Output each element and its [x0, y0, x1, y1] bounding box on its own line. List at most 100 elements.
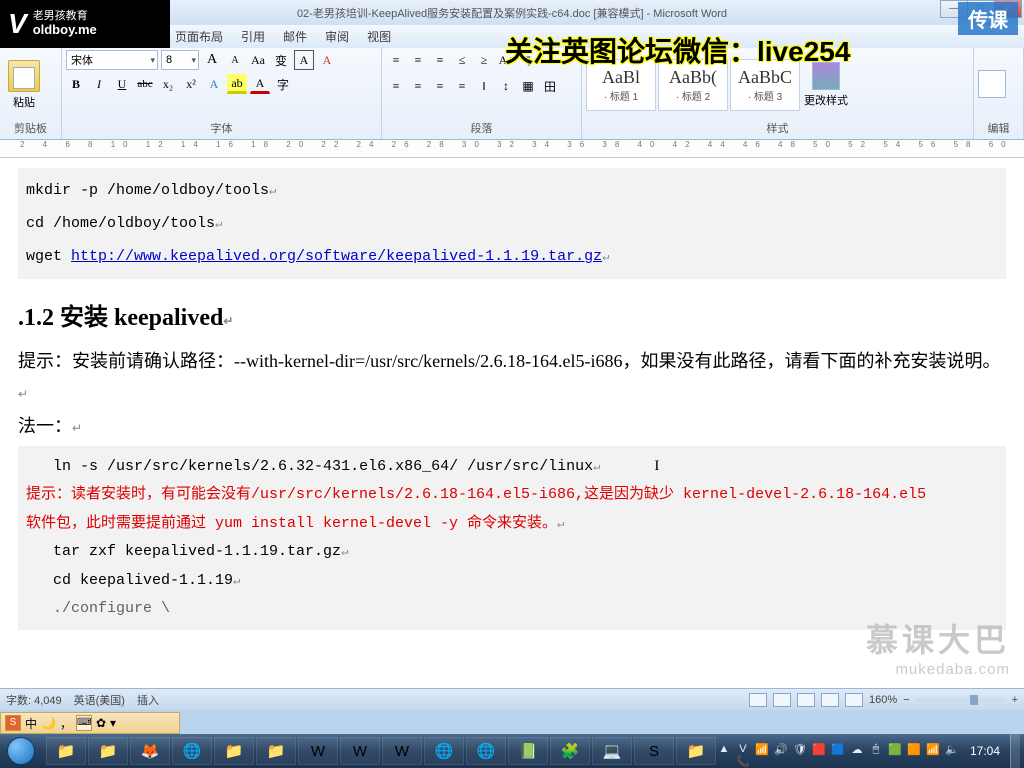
multilevel-button[interactable]: ≡ — [430, 50, 450, 70]
taskbar-app-2[interactable]: 🦊 — [130, 737, 170, 765]
align-left-button[interactable]: ≡ — [386, 76, 406, 96]
ime-punct-button[interactable]: ， — [60, 715, 72, 732]
taskbar-app-11[interactable]: 📗 — [508, 737, 548, 765]
char-border-button[interactable]: A — [294, 50, 314, 70]
view-draft-button[interactable] — [845, 693, 863, 707]
taskbar-app-14[interactable]: S — [634, 737, 674, 765]
taskbar-app-3[interactable]: 🌐 — [172, 737, 212, 765]
sort-button[interactable]: A↓ — [496, 50, 516, 70]
zoom-slider[interactable] — [916, 698, 1006, 702]
horizontal-ruler[interactable]: 2 4 6 8 10 12 14 16 18 20 22 24 26 28 30… — [0, 140, 1024, 158]
logo-v-icon: V — [8, 8, 27, 40]
phonetic-guide-button[interactable]: 变 — [271, 50, 291, 70]
decrease-indent-button[interactable]: ≤ — [452, 50, 472, 70]
tray-icon-1[interactable]: V📞 — [735, 743, 751, 759]
tray-icon-0[interactable]: ▲ — [716, 743, 732, 759]
tray-icon-3[interactable]: 🔊 — [773, 743, 789, 759]
change-case-button[interactable]: Aa — [248, 50, 268, 70]
zoom-level[interactable]: 160% — [869, 694, 897, 706]
taskbar-app-6[interactable]: W — [298, 737, 338, 765]
start-button[interactable] — [0, 734, 42, 768]
text-effect-button[interactable]: A — [204, 74, 224, 94]
change-styles-button[interactable]: 更改样式 — [804, 62, 848, 108]
status-language[interactable]: 英语(美国) — [74, 692, 125, 708]
view-fullscreen-button[interactable] — [773, 693, 791, 707]
tray-icon-2[interactable]: 📶 — [754, 743, 770, 759]
ime-menu-button[interactable]: ▾ — [110, 716, 116, 730]
tray-icon-4[interactable]: 🛡 — [792, 743, 808, 759]
paste-button[interactable]: 粘贴 — [4, 60, 44, 110]
editing-button[interactable] — [978, 70, 1006, 100]
tray-icon-5[interactable]: 🟥 — [811, 743, 827, 759]
shrink-font-button[interactable]: A — [225, 50, 245, 70]
taskbar-app-8[interactable]: W — [382, 737, 422, 765]
bullets-button[interactable]: ≡ — [386, 50, 406, 70]
grow-font-button[interactable]: A — [202, 50, 222, 70]
taskbar-app-0[interactable]: 📁 — [46, 737, 86, 765]
taskbar-app-12[interactable]: 🧩 — [550, 737, 590, 765]
status-word-count[interactable]: 字数: 4,049 — [6, 692, 62, 708]
keepalived-download-link[interactable]: http://www.keepalived.org/software/keepa… — [71, 248, 602, 265]
taskbar-app-7[interactable]: W — [340, 737, 380, 765]
tray-icon-7[interactable]: ☁ — [849, 743, 865, 759]
tab-references[interactable]: 引用 — [241, 28, 265, 45]
taskbar-app-1[interactable]: 📁 — [88, 737, 128, 765]
ime-lang-button[interactable]: 中 — [25, 715, 37, 732]
show-desktop-button[interactable] — [1010, 734, 1020, 768]
subscript-button[interactable]: x₂ — [158, 74, 178, 94]
tray-icon-12[interactable]: 🔈 — [944, 743, 960, 759]
font-name-combo[interactable]: 宋体 — [66, 50, 158, 70]
increase-indent-button[interactable]: ≥ — [474, 50, 494, 70]
numbering-button[interactable]: ≡ — [408, 50, 428, 70]
align-justify-button[interactable]: ≡ — [452, 76, 472, 96]
line-spacing-button[interactable]: ↕ — [496, 76, 516, 96]
ime-moon-icon[interactable]: 🌙 — [41, 716, 56, 730]
taskbar-app-4[interactable]: 📁 — [214, 737, 254, 765]
distribute-button[interactable]: ‖ — [474, 76, 494, 96]
taskbar-app-10[interactable]: 🌐 — [466, 737, 506, 765]
taskbar-app-9[interactable]: 🌐 — [424, 737, 464, 765]
font-color-button[interactable]: A — [250, 74, 270, 94]
style-heading3[interactable]: AaBbC· 标题 3 — [730, 59, 800, 111]
status-insert-mode[interactable]: 插入 — [137, 692, 159, 708]
view-web-button[interactable] — [797, 693, 815, 707]
document-area[interactable]: mkdir -p /home/oldboy/tools↵ cd /home/ol… — [0, 158, 1024, 688]
align-center-button[interactable]: ≡ — [408, 76, 428, 96]
tray-icon-6[interactable]: 🟦 — [830, 743, 846, 759]
taskbar-app-15[interactable]: 📁 — [676, 737, 716, 765]
border-button[interactable]: 田 — [540, 76, 560, 96]
bold-button[interactable]: B — [66, 74, 86, 94]
tab-mail[interactable]: 邮件 — [283, 28, 307, 45]
view-outline-button[interactable] — [821, 693, 839, 707]
show-marks-button[interactable]: ¶ — [518, 50, 538, 70]
underline-button[interactable]: U — [112, 74, 132, 94]
taskbar-app-13[interactable]: 💻 — [592, 737, 632, 765]
align-right-button[interactable]: ≡ — [430, 76, 450, 96]
tray-icon-10[interactable]: 🟧 — [906, 743, 922, 759]
tab-view[interactable]: 视图 — [367, 28, 391, 45]
style-heading1[interactable]: AaBl· 标题 1 — [586, 59, 656, 111]
strike-button[interactable]: abc — [135, 74, 155, 94]
enclosed-char-button[interactable]: 字 — [273, 74, 293, 94]
superscript-button[interactable]: x² — [181, 74, 201, 94]
taskbar-app-5[interactable]: 📁 — [256, 737, 296, 765]
ime-toolbar[interactable]: S 中 🌙 ， ⌨ ✿ ▾ — [0, 712, 180, 734]
highlight-button[interactable]: ab — [227, 74, 247, 94]
ime-settings-button[interactable]: ✿ — [96, 716, 106, 730]
font-size-combo[interactable]: 8 — [161, 50, 199, 70]
tray-icon-8[interactable]: 🖱 — [868, 743, 884, 759]
taskbar-clock[interactable]: 17:04 — [964, 744, 1006, 758]
tab-review[interactable]: 审阅 — [325, 28, 349, 45]
tray-icon-9[interactable]: 🟩 — [887, 743, 903, 759]
style-heading2[interactable]: AaBb(· 标题 2 — [658, 59, 728, 111]
view-print-layout-button[interactable] — [749, 693, 767, 707]
shading-button[interactable]: ▦ — [518, 76, 538, 96]
italic-button[interactable]: I — [89, 74, 109, 94]
ime-sogou-icon[interactable]: S — [5, 715, 21, 731]
zoom-out-button[interactable]: − — [903, 694, 909, 706]
tab-page-layout[interactable]: 页面布局 — [175, 28, 223, 45]
ime-softkb-button[interactable]: ⌨ — [76, 715, 92, 731]
zoom-in-button[interactable]: + — [1012, 694, 1018, 706]
tray-icon-11[interactable]: 📶 — [925, 743, 941, 759]
clear-format-button[interactable]: A — [317, 50, 337, 70]
